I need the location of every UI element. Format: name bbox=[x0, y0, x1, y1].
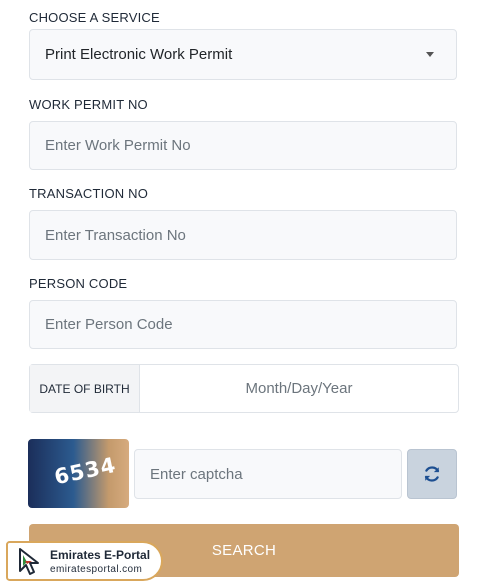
date-of-birth-group: DATE OF BIRTH Month/Day/Year bbox=[29, 364, 459, 413]
work-permit-field bbox=[29, 121, 457, 170]
person-code-field bbox=[29, 300, 457, 349]
service-selected-value: Print Electronic Work Permit bbox=[45, 46, 233, 63]
watermark-badge: Emirates E-Portal emiratesportal.com bbox=[6, 541, 163, 581]
chevron-down-icon bbox=[426, 52, 434, 57]
transaction-label: TRANSACTION NO bbox=[29, 186, 149, 201]
cursor-logo-icon bbox=[19, 548, 39, 575]
captcha-input[interactable] bbox=[150, 450, 390, 498]
work-permit-label: WORK PERMIT NO bbox=[29, 97, 148, 112]
captcha-field bbox=[134, 449, 402, 499]
person-code-label: PERSON CODE bbox=[29, 276, 128, 291]
service-select[interactable]: Print Electronic Work Permit bbox=[29, 29, 457, 80]
date-of-birth-label: DATE OF BIRTH bbox=[30, 365, 140, 412]
captcha-code: 6534 bbox=[52, 452, 119, 490]
date-of-birth-input[interactable]: Month/Day/Year bbox=[140, 365, 458, 412]
person-code-input[interactable] bbox=[45, 301, 425, 348]
service-label: CHOOSE A SERVICE bbox=[29, 10, 160, 25]
refresh-captcha-button[interactable] bbox=[407, 449, 457, 499]
refresh-icon bbox=[424, 466, 440, 482]
captcha-image: 6534 bbox=[28, 439, 129, 508]
transaction-field bbox=[29, 210, 457, 260]
watermark-url: emiratesportal.com bbox=[50, 564, 143, 575]
transaction-input[interactable] bbox=[45, 211, 425, 259]
work-permit-input[interactable] bbox=[45, 122, 425, 169]
watermark-title: Emirates E-Portal bbox=[50, 548, 151, 562]
